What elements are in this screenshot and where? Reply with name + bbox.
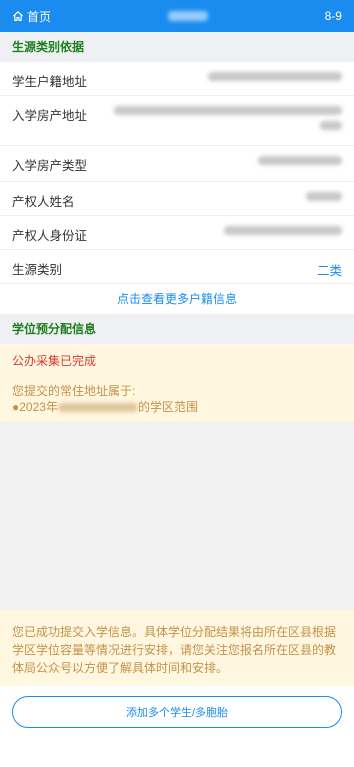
source-info-list: 学生户籍地址 入学房产地址 入学房产类型 产权人姓名 产权人身份证 生源类别 二…: [0, 62, 354, 284]
source-category-value: 二类: [316, 264, 342, 278]
source-section-title: 生源类别依据: [0, 32, 354, 62]
redacted-value: [224, 216, 342, 235]
redacted-value: [114, 96, 342, 130]
redacted-school-name: [57, 403, 138, 413]
address-prefix: 您提交的常住地址属于:: [12, 384, 136, 398]
redacted-value: [208, 62, 342, 81]
row-owner-name: 产权人姓名: [0, 182, 354, 216]
area-suffix: 的学区范围: [137, 400, 198, 414]
row-household-address: 学生户籍地址: [0, 62, 354, 96]
more-household-info-link[interactable]: 点击查看更多户籍信息: [0, 284, 354, 314]
row-owner-id: 产权人身份证: [0, 216, 354, 250]
year-prefix: ●2023年: [12, 400, 58, 414]
header-right-text: 8-9: [324, 9, 342, 23]
top-bar: 首页 8-9: [0, 0, 354, 32]
redacted-value: [306, 182, 342, 201]
home-label: 首页: [27, 9, 52, 24]
row-property-address: 入学房产地址: [0, 96, 354, 146]
collection-status: 公办采集已完成: [12, 354, 97, 368]
row-label: 入学房产类型: [12, 159, 88, 173]
row-label: 产权人身份证: [12, 229, 88, 243]
home-icon: [13, 11, 23, 21]
submission-notice: 您已成功提交入学信息。具体学位分配结果将由所在区县根据学区学位容量等情况进行安排…: [0, 610, 354, 686]
allocation-notice: 公办采集已完成 您提交的常住地址属于: ●2023年 的学区范围: [0, 344, 354, 421]
school-area-line: ●2023年 的学区范围: [12, 399, 342, 415]
redacted-value: [258, 146, 342, 165]
add-student-button[interactable]: 添加多个学生/多胞胎: [12, 696, 342, 728]
row-label: 生源类别: [12, 263, 63, 277]
row-label: 产权人姓名: [12, 195, 75, 209]
home-button[interactable]: 首页: [12, 8, 51, 25]
row-property-type: 入学房产类型: [0, 146, 354, 182]
page-title-redacted: [167, 11, 208, 21]
row-label: 学生户籍地址: [12, 75, 88, 89]
allocation-section-title: 学位预分配信息: [0, 314, 354, 344]
bottom-panel: 您已成功提交入学信息。具体学位分配结果将由所在区县根据学区学位容量等情况进行安排…: [0, 610, 354, 767]
row-label: 入学房产地址: [12, 109, 88, 123]
row-source-category: 生源类别 二类: [0, 250, 354, 284]
